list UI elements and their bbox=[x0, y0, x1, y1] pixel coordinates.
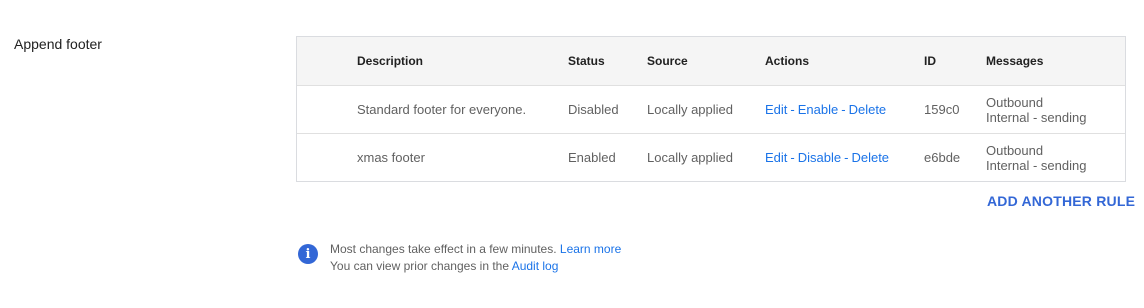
edit-link[interactable]: Edit bbox=[765, 150, 787, 165]
section-title: Append footer bbox=[14, 36, 102, 52]
column-header-source: Source bbox=[647, 54, 688, 68]
rule-status: Enabled bbox=[568, 150, 616, 165]
info-text: Most changes take effect in a few minute… bbox=[330, 241, 621, 275]
rule-messages: Outbound Internal - sending bbox=[986, 86, 1086, 133]
learn-more-link[interactable]: Learn more bbox=[560, 242, 621, 256]
add-another-rule-button[interactable]: ADD ANOTHER RULE bbox=[987, 193, 1135, 209]
action-separator: - bbox=[790, 102, 795, 117]
messages-line-1: Outbound bbox=[986, 142, 1044, 158]
messages-line-1: Outbound bbox=[986, 94, 1044, 110]
info-line-2: You can view prior changes in the Audit … bbox=[330, 258, 621, 275]
rule-status: Disabled bbox=[568, 102, 619, 117]
rule-actions: Edit - Disable - Delete bbox=[765, 134, 889, 181]
enable-link[interactable]: Enable bbox=[798, 102, 838, 117]
action-separator: - bbox=[844, 150, 849, 165]
messages-line-2: Internal - sending bbox=[986, 157, 1087, 173]
edit-link[interactable]: Edit bbox=[765, 102, 787, 117]
rule-description: xmas footer bbox=[357, 150, 425, 165]
info-line-1: Most changes take effect in a few minute… bbox=[330, 241, 621, 258]
info-line-1-text: Most changes take effect in a few minute… bbox=[330, 242, 560, 256]
rule-messages: Outbound Internal - sending bbox=[986, 134, 1086, 181]
append-footer-settings: Append footer Description Status Source … bbox=[0, 0, 1144, 308]
column-header-messages: Messages bbox=[986, 53, 1044, 68]
table-row: xmas footer Enabled Locally applied Edit… bbox=[297, 133, 1125, 181]
table-row: Standard footer for everyone. Disabled L… bbox=[297, 85, 1125, 133]
table-header-row: Description Status Source Actions ID Mes… bbox=[297, 37, 1125, 85]
column-header-actions: Actions bbox=[765, 54, 810, 68]
info-icon: i bbox=[298, 244, 318, 264]
rule-description: Standard footer for everyone. bbox=[357, 102, 527, 117]
action-separator: - bbox=[790, 150, 795, 165]
rule-id: 159c0 bbox=[924, 102, 960, 117]
delete-link[interactable]: Delete bbox=[849, 102, 887, 117]
rules-table: Description Status Source Actions ID Mes… bbox=[296, 36, 1126, 182]
disable-link[interactable]: Disable bbox=[798, 150, 841, 165]
column-header-description: Description bbox=[357, 54, 424, 68]
info-line-2-text: You can view prior changes in the bbox=[330, 259, 512, 273]
info-notice: i Most changes take effect in a few minu… bbox=[298, 241, 621, 275]
audit-log-link[interactable]: Audit log bbox=[512, 259, 559, 273]
action-separator: - bbox=[841, 102, 846, 117]
rule-id: e6bde bbox=[924, 150, 961, 165]
rule-actions: Edit - Enable - Delete bbox=[765, 86, 886, 133]
delete-link[interactable]: Delete bbox=[851, 150, 889, 165]
rule-source: Locally applied bbox=[647, 102, 734, 117]
column-header-status: Status bbox=[568, 54, 605, 68]
rule-source: Locally applied bbox=[647, 150, 734, 165]
column-header-id: ID bbox=[924, 54, 936, 68]
messages-line-2: Internal - sending bbox=[986, 109, 1087, 125]
